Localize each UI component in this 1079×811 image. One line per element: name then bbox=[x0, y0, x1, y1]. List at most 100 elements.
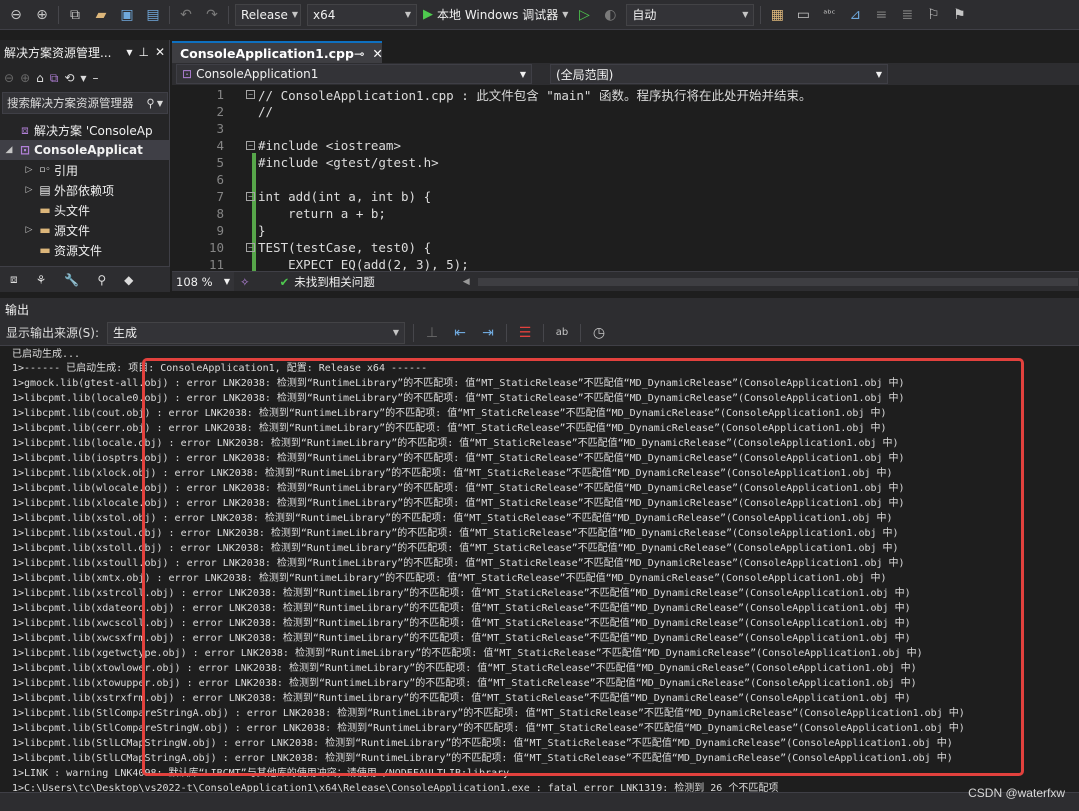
code-text: } bbox=[258, 223, 266, 238]
bottom-panel-tabs bbox=[0, 792, 1079, 811]
close-icon[interactable]: ✕ bbox=[372, 46, 382, 61]
code-text: // bbox=[258, 104, 274, 119]
line-number: 11 bbox=[208, 257, 224, 271]
search-tab-icon[interactable]: ⚲ bbox=[97, 273, 106, 287]
collapse-icon[interactable]: ▷ bbox=[22, 165, 36, 175]
more-icon[interactable]: – bbox=[93, 71, 99, 85]
comment-icon[interactable]: ≡ bbox=[871, 5, 891, 25]
external-deps-icon: ▤ bbox=[39, 183, 51, 197]
output-line: 1>libcpmt.lib(xlocale.obj) : error LNK20… bbox=[12, 498, 905, 509]
solution-explorer-tab-icon[interactable]: ⧈ bbox=[10, 272, 18, 287]
tree-item-references[interactable]: ▷ ▫◦ 引用 bbox=[0, 160, 169, 180]
chevron-down-icon[interactable]: ▼ bbox=[126, 48, 132, 57]
tree-item-project[interactable]: ◢ ⊡ ConsoleApplicat bbox=[0, 140, 169, 160]
git-changes-tab-icon[interactable]: ⚘ bbox=[36, 273, 47, 287]
project-nav-dropdown[interactable]: ⊡ ConsoleApplication1 ▼ bbox=[176, 64, 532, 84]
code-text: TEST(testCase, test0) { bbox=[258, 240, 432, 255]
nav-left-value: ConsoleApplication1 bbox=[196, 67, 319, 81]
hot-reload-icon[interactable]: ◐ bbox=[600, 5, 620, 25]
word-wrap-icon[interactable]: ab bbox=[552, 323, 572, 343]
output-line: 1>libcpmt.lib(StlCompareStringW.obj) : e… bbox=[12, 723, 965, 734]
collapse-icon[interactable]: − bbox=[246, 141, 255, 150]
save-icon[interactable]: ▣ bbox=[117, 5, 137, 25]
sync-icon[interactable]: ⧉ bbox=[50, 71, 59, 86]
solution-search-input[interactable]: 搜索解决方案资源管理器 ⚲ ▼ bbox=[2, 92, 168, 114]
debugger-label: 本地 Windows 调试器 bbox=[437, 8, 559, 22]
chevron-down-icon[interactable]: ▼ bbox=[80, 74, 86, 83]
clear-all-icon[interactable]: ☰ bbox=[515, 323, 535, 343]
solution-folder-icon[interactable]: ▦ bbox=[767, 5, 787, 25]
close-icon[interactable]: ✕ bbox=[155, 45, 165, 59]
document-tab-title: ConsoleApplication1.cpp bbox=[180, 45, 354, 61]
find-message-icon[interactable]: ⊥ bbox=[422, 323, 442, 343]
code-line: 6 bbox=[172, 171, 1079, 188]
output-source-dropdown[interactable]: 生成 ▼ bbox=[107, 321, 406, 344]
timestamp-icon[interactable]: ◷ bbox=[589, 323, 609, 343]
code-editor[interactable]: 1 − // ConsoleApplication1.cpp : 此文件包含 "… bbox=[172, 85, 1079, 271]
output-text-area[interactable]: 已启动生成... 1>------ 已启动生成: 项目: ConsoleAppl… bbox=[0, 347, 1079, 792]
chevron-down-icon: ▼ bbox=[392, 328, 400, 337]
collapse-icon[interactable]: ▷ bbox=[22, 225, 36, 235]
output-line: 1>gmock.lib(gtest-all.obj) : error LNK20… bbox=[12, 378, 905, 389]
pin-icon[interactable]: ⊥ bbox=[138, 45, 148, 59]
output-title: 输出 bbox=[5, 302, 30, 317]
prev-message-icon[interactable]: ⇤ bbox=[450, 323, 470, 343]
tree-item-external-deps[interactable]: ▷ ▤ 外部依赖项 bbox=[0, 180, 169, 200]
platform-dropdown[interactable]: x64 ▼ bbox=[307, 3, 417, 26]
search-icon: ⚲ bbox=[146, 96, 155, 110]
forward-icon[interactable]: ⊕ bbox=[32, 5, 52, 25]
uncomment-icon[interactable]: ≣ bbox=[897, 5, 917, 25]
tree-item-solution[interactable]: ⧈ 解决方案 'ConsoleAp bbox=[0, 120, 169, 140]
scope-nav-dropdown[interactable]: (全局范围) ▼ bbox=[550, 64, 888, 84]
scroll-left-icon[interactable]: ◀ bbox=[463, 277, 470, 287]
back-icon[interactable]: ⊖ bbox=[4, 71, 14, 85]
output-line: 1>libcpmt.lib(StlCompareStringA.obj) : e… bbox=[12, 708, 965, 719]
new-project-icon[interactable]: ⧉ bbox=[65, 5, 85, 25]
git-tab-icon[interactable]: ◆ bbox=[124, 273, 133, 287]
intellicode-icon[interactable]: ✧ bbox=[240, 275, 250, 289]
back-icon[interactable]: ⊖ bbox=[6, 5, 26, 25]
collapse-icon[interactable]: ▷ bbox=[22, 185, 36, 195]
output-line: 1>libcpmt.lib(xstrxfrm.obj) : error LNK2… bbox=[12, 693, 911, 704]
save-all-icon[interactable]: ▤ bbox=[143, 5, 163, 25]
issues-indicator[interactable]: ✔ 未找到相关问题 bbox=[280, 274, 375, 290]
chevron-down-icon: ▼ bbox=[404, 10, 411, 19]
code-line: 9 } bbox=[172, 222, 1079, 239]
bookmark-icon[interactable]: ⚐ bbox=[923, 5, 943, 25]
home-icon[interactable]: ⌂ bbox=[36, 71, 44, 85]
mode-value: 自动 bbox=[632, 8, 657, 22]
history-icon[interactable]: ⟲ bbox=[64, 71, 74, 85]
tree-item-resources[interactable]: ▬ 资源文件 bbox=[0, 240, 169, 260]
configuration-dropdown[interactable]: Release ▼ bbox=[235, 3, 301, 26]
bookmark-next-icon[interactable]: ⚑ bbox=[949, 5, 969, 25]
redo-icon[interactable]: ↷ bbox=[202, 5, 222, 25]
horizontal-scrollbar[interactable] bbox=[477, 277, 1078, 286]
open-folder-icon[interactable]: ▰ bbox=[91, 5, 111, 25]
code-text: int add(int a, int b) { bbox=[258, 189, 432, 204]
folder-icon: ▬ bbox=[39, 243, 51, 257]
collapse-icon[interactable]: − bbox=[246, 192, 255, 201]
collapse-icon[interactable]: − bbox=[246, 90, 255, 99]
forward-icon[interactable]: ⊕ bbox=[20, 71, 30, 85]
mode-dropdown[interactable]: 自动 ▼ bbox=[626, 3, 755, 26]
pin-icon[interactable]: ⊸ bbox=[354, 46, 364, 61]
play-icon: ▶ bbox=[423, 7, 433, 22]
tree-item-sources[interactable]: ▷ ▬ 源文件 bbox=[0, 220, 169, 240]
undo-icon[interactable]: ↶ bbox=[176, 5, 196, 25]
zoom-value: 108 % bbox=[176, 274, 213, 289]
line-number: 2 bbox=[216, 104, 224, 119]
collapse-icon[interactable]: − bbox=[246, 243, 255, 252]
code-line: 1 − // ConsoleApplication1.cpp : 此文件包含 "… bbox=[172, 86, 1079, 103]
next-message-icon[interactable]: ⇥ bbox=[478, 323, 498, 343]
format-icon[interactable]: ⊿ bbox=[845, 5, 865, 25]
layout-icon[interactable]: ▭ bbox=[793, 5, 813, 25]
tree-item-headers[interactable]: ▬ 头文件 bbox=[0, 200, 169, 220]
start-without-debugging-icon[interactable]: ▷ bbox=[574, 5, 594, 25]
spell-check-icon[interactable]: ᵃᵇᶜ bbox=[819, 5, 839, 25]
document-tab[interactable]: ConsoleApplication1.cpp ⊸ ✕ bbox=[172, 41, 383, 63]
properties-tab-icon[interactable]: 🔧 bbox=[64, 273, 79, 287]
expand-icon[interactable]: ◢ bbox=[2, 145, 16, 155]
zoom-dropdown[interactable]: 108 % ▼ bbox=[172, 272, 234, 291]
code-text: return a + b; bbox=[258, 206, 386, 221]
start-debugging-button[interactable]: ▶ 本地 Windows 调试器 ▼ bbox=[423, 6, 568, 23]
